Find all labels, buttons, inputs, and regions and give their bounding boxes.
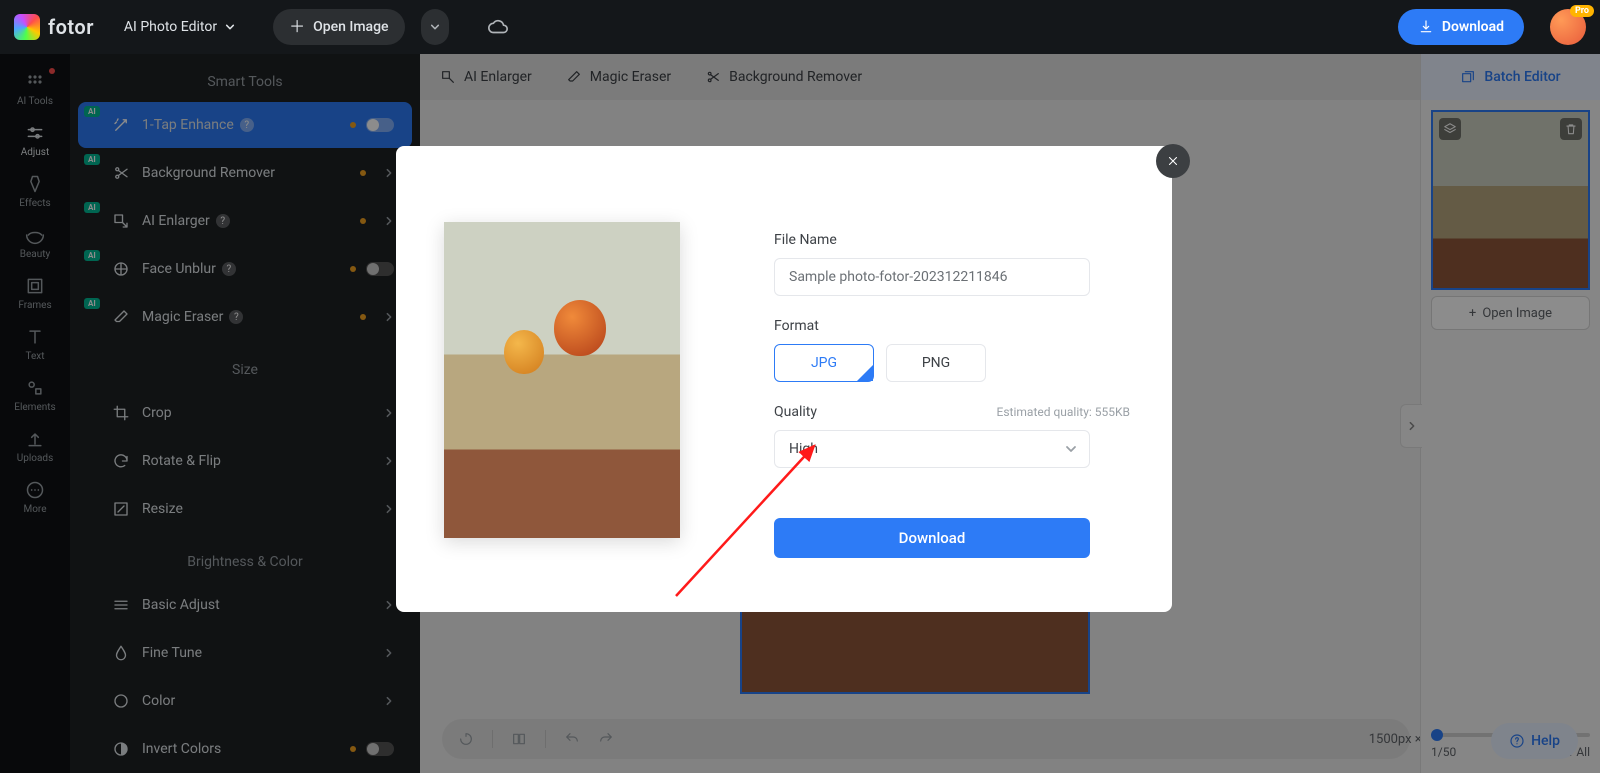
format-label: Format — [774, 318, 1130, 334]
app-header: fotor AI Photo Editor ＋ Open Image Downl… — [0, 0, 1600, 54]
open-image-button[interactable]: ＋ Open Image — [273, 9, 404, 45]
close-icon — [1166, 154, 1180, 168]
open-image-dropdown[interactable] — [421, 9, 449, 45]
download-form: File Name Format JPG PNG Quality Estimat… — [774, 180, 1130, 582]
chevron-down-icon — [225, 22, 235, 32]
png-label: PNG — [922, 355, 950, 371]
brand-mark-icon — [14, 14, 40, 40]
file-name-input[interactable] — [774, 258, 1090, 296]
balloon-icon — [504, 330, 544, 374]
plus-icon: ＋ — [289, 19, 305, 35]
format-png-option[interactable]: PNG — [886, 344, 986, 382]
estimated-quality: Estimated quality: 555KB — [997, 405, 1130, 419]
quality-label: Quality — [774, 404, 817, 420]
download-icon — [1418, 19, 1434, 35]
pro-badge: Pro — [1570, 5, 1594, 17]
quality-value: High — [789, 441, 818, 457]
brand-logo[interactable]: fotor — [14, 14, 94, 40]
user-avatar[interactable]: Pro — [1550, 9, 1586, 45]
format-jpg-option[interactable]: JPG — [774, 344, 874, 382]
jpg-label: JPG — [811, 355, 837, 371]
preview-image — [444, 222, 680, 538]
download-modal: File Name Format JPG PNG Quality Estimat… — [396, 146, 1172, 612]
download-button[interactable]: Download — [1398, 9, 1524, 45]
balloon-icon — [554, 300, 606, 356]
close-button[interactable] — [1156, 144, 1190, 178]
chevron-down-icon — [430, 22, 440, 32]
mode-dropdown[interactable]: AI Photo Editor — [124, 19, 235, 35]
file-name-label: File Name — [774, 232, 1130, 248]
modal-download-button[interactable]: Download — [774, 518, 1090, 558]
chevron-down-icon — [1065, 443, 1077, 455]
download-label: Download — [899, 529, 966, 547]
open-image-label: Open Image — [313, 19, 388, 35]
cloud-icon[interactable] — [487, 16, 509, 38]
mode-label: AI Photo Editor — [124, 19, 217, 35]
brand-text: fotor — [48, 15, 94, 39]
download-label: Download — [1442, 19, 1504, 35]
quality-select[interactable]: High — [774, 430, 1090, 468]
